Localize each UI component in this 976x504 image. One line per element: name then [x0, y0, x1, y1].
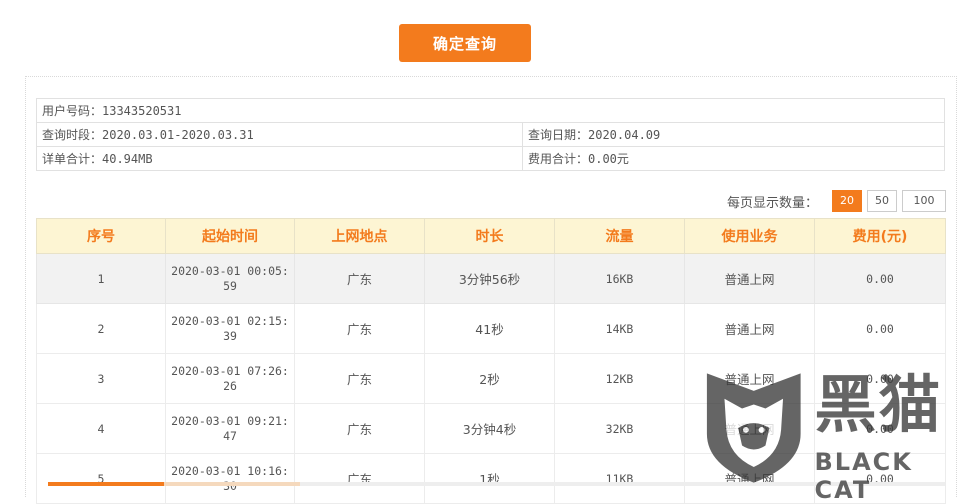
- column-header-no[interactable]: 序号: [36, 218, 166, 254]
- black-cat-watermark: 黑猫 BLACK CAT: [703, 368, 976, 504]
- row-location: 广东: [294, 353, 425, 404]
- row-duration: 2秒: [424, 353, 555, 404]
- cat-shield-icon: [706, 373, 801, 483]
- column-header-service[interactable]: 使用业务: [684, 218, 815, 254]
- row-duration: 1秒: [424, 453, 555, 504]
- column-header-location[interactable]: 上网地点: [294, 218, 425, 254]
- row-no: 2: [36, 303, 166, 354]
- table-row[interactable]: 2 2020-03-01 02:15: 39 广东 41秒 14KB 普通上网 0…: [36, 303, 946, 354]
- row-start-time: 2020-03-01 00:05: 59: [165, 253, 295, 304]
- row-start-time: 2020-03-01 10:16: 30: [165, 453, 295, 504]
- row-location: 广东: [294, 303, 425, 354]
- row-start-time: 2020-03-01 09:21: 47: [165, 403, 295, 454]
- row-duration: 3分钟56秒: [424, 253, 555, 304]
- scrollbar-track-highlight: [164, 482, 300, 486]
- user-number: 用户号码：13343520531: [36, 98, 945, 123]
- row-no: 4: [36, 403, 166, 454]
- row-location: 广东: [294, 403, 425, 454]
- row-traffic: 16KB: [554, 253, 685, 304]
- table-header-row: 序号 起始时间 上网地点 时长 流量 使用业务 费用(元): [36, 218, 946, 254]
- row-fee: 0.00: [814, 253, 946, 304]
- detail-total: 详单合计：40.94MB: [36, 146, 523, 171]
- page-size-100-button[interactable]: 100: [902, 190, 946, 212]
- column-header-start-time[interactable]: 起始时间: [165, 218, 295, 254]
- table-row[interactable]: 1 2020-03-01 00:05: 59 广东 3分钟56秒 16KB 普通上…: [36, 253, 946, 304]
- row-traffic: 32KB: [554, 403, 685, 454]
- watermark-english-text: BLACK CAT: [814, 448, 913, 504]
- row-service: 普通上网: [684, 253, 815, 304]
- row-service: 普通上网: [684, 303, 815, 354]
- row-no: 5: [36, 453, 166, 504]
- fee-total: 费用合计：0.00元: [522, 146, 945, 171]
- row-traffic: 12KB: [554, 353, 685, 404]
- row-duration: 3分钟4秒: [424, 403, 555, 454]
- column-header-duration[interactable]: 时长: [424, 218, 555, 254]
- row-start-time: 2020-03-01 07:26: 26: [165, 353, 295, 404]
- row-traffic: 14KB: [554, 303, 685, 354]
- confirm-query-button[interactable]: 确定查询: [399, 24, 531, 62]
- page-size-50-button[interactable]: 50: [867, 190, 897, 212]
- watermark-chinese-text: 黑猫: [814, 368, 943, 441]
- row-location: 广东: [294, 453, 425, 504]
- row-start-time: 2020-03-01 02:15: 39: [165, 303, 295, 354]
- row-no: 3: [36, 353, 166, 404]
- page-size-label: 每页显示数量：: [726, 195, 818, 211]
- scrollbar-thumb[interactable]: [48, 482, 164, 486]
- query-period: 查询时段：2020.03.01-2020.03.31: [36, 122, 523, 147]
- column-header-traffic[interactable]: 流量: [554, 218, 685, 254]
- row-location: 广东: [294, 253, 425, 304]
- query-date: 查询日期：2020.04.09: [522, 122, 945, 147]
- row-no: 1: [36, 253, 166, 304]
- row-traffic: 11KB: [554, 453, 685, 504]
- row-fee: 0.00: [814, 303, 946, 354]
- row-duration: 41秒: [424, 303, 555, 354]
- column-header-fee[interactable]: 费用(元): [814, 218, 946, 254]
- account-info-table: 用户号码：13343520531 查询时段：2020.03.01-2020.03…: [36, 98, 945, 171]
- page-size-selector: 每页显示数量： 20 50 100: [727, 190, 946, 212]
- page-size-20-button[interactable]: 20: [832, 190, 862, 212]
